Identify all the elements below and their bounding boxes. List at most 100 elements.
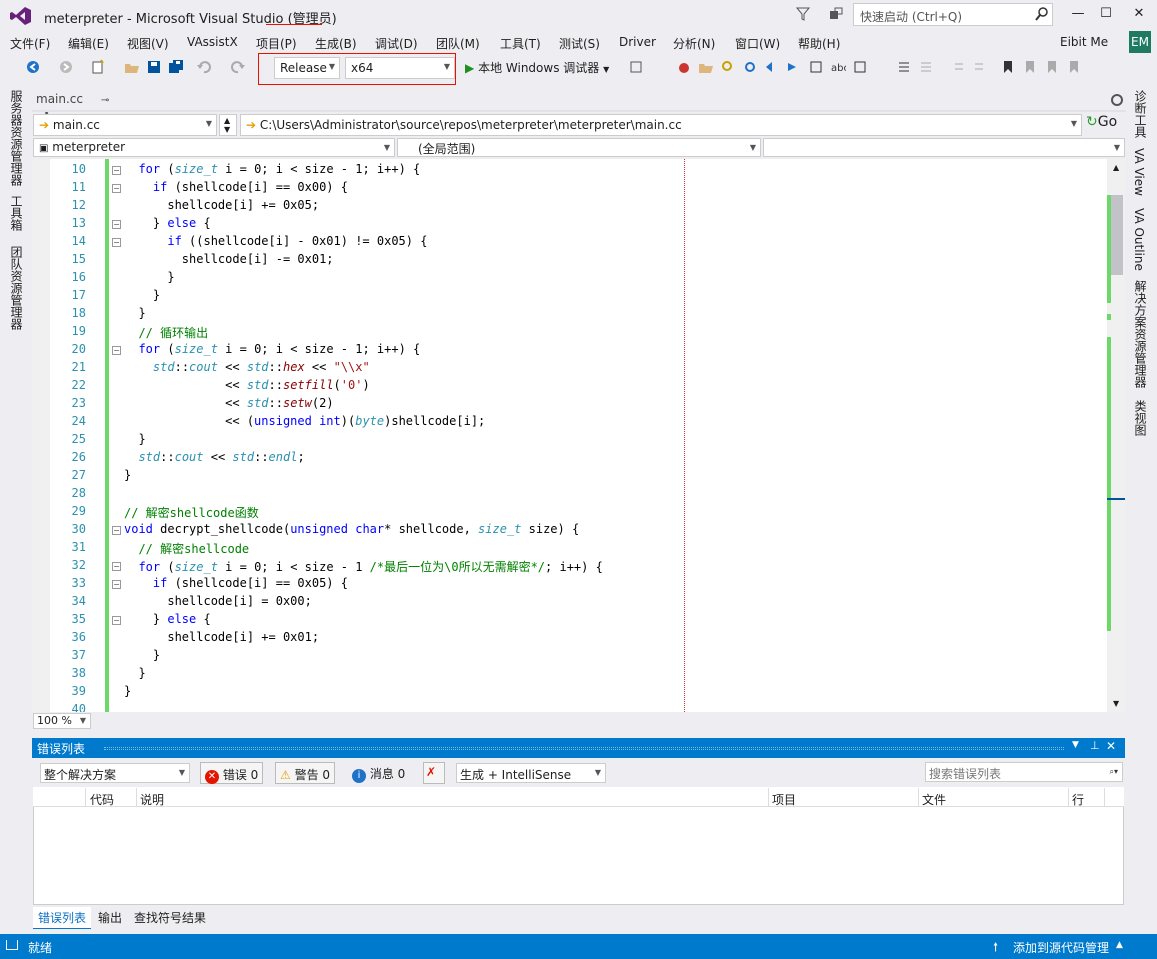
code-editor[interactable]: 10 − for (size_t i = 0; i < size - 1; i++… bbox=[32, 159, 1107, 712]
split-spinner[interactable]: ▲ ▼ bbox=[219, 114, 237, 136]
tab-error-list[interactable]: 错误列表 bbox=[33, 907, 92, 929]
tab-output[interactable]: 输出 bbox=[98, 909, 122, 926]
bug-icon[interactable] bbox=[676, 59, 692, 75]
column-line[interactable]: 行 bbox=[1072, 791, 1084, 808]
column-file[interactable]: 文件 bbox=[922, 791, 946, 808]
add-to-source-control-button[interactable]: 添加到源代码管理 bbox=[1013, 939, 1109, 956]
fold-toggle-icon[interactable]: − bbox=[112, 220, 121, 229]
account-name[interactable]: Eibit Me bbox=[1060, 35, 1108, 49]
document-settings-icon[interactable] bbox=[1109, 92, 1125, 108]
forward-icon[interactable] bbox=[58, 59, 74, 75]
close-button[interactable]: ✕ bbox=[1127, 4, 1151, 24]
menu-view[interactable]: 视图(V) bbox=[127, 35, 169, 52]
dropdown-icon[interactable]: ▼ bbox=[1072, 740, 1079, 750]
fold-toggle-icon[interactable]: − bbox=[112, 346, 121, 355]
menu-build[interactable]: 生成(B) bbox=[315, 35, 357, 52]
fold-toggle-icon[interactable]: − bbox=[112, 238, 121, 247]
next-bookmark-icon[interactable] bbox=[1044, 59, 1060, 75]
menu-tools[interactable]: 工具(T) bbox=[500, 35, 541, 52]
close-icon[interactable]: ✕ bbox=[1106, 739, 1116, 753]
tab-main-cc[interactable]: main.cc ⊸ ✕ bbox=[32, 88, 126, 120]
uncomment-icon[interactable] bbox=[918, 59, 934, 75]
scroll-down-icon[interactable]: ▼ bbox=[1113, 699, 1119, 708]
zoom-select[interactable]: 100 % ▼ bbox=[33, 713, 91, 729]
menu-driver[interactable]: Driver bbox=[619, 35, 656, 49]
menu-file[interactable]: 文件(F) bbox=[10, 35, 50, 52]
fold-toggle-icon[interactable]: − bbox=[112, 526, 121, 535]
save-icon[interactable] bbox=[146, 59, 162, 75]
fold-toggle-icon[interactable]: − bbox=[112, 616, 121, 625]
warnings-filter-button[interactable]: ⚠ 警告 0 bbox=[275, 762, 336, 784]
build-filter-select[interactable]: 生成 + IntelliSense ▼ bbox=[456, 763, 606, 783]
menu-window[interactable]: 窗口(W) bbox=[735, 35, 780, 52]
menu-vassistx[interactable]: VAssistX bbox=[187, 35, 238, 49]
va-view-tab[interactable]: VA View bbox=[1132, 148, 1146, 196]
menu-project[interactable]: 项目(P) bbox=[256, 35, 297, 52]
error-search-input[interactable]: 搜索错误列表 ⌕▾ bbox=[925, 762, 1123, 782]
indent-icon[interactable] bbox=[950, 59, 966, 75]
scroll-up-icon[interactable]: ▲ bbox=[1113, 163, 1119, 172]
menu-edit[interactable]: 编辑(E) bbox=[68, 35, 109, 52]
va-folder-icon[interactable] bbox=[698, 59, 714, 75]
va-options-icon[interactable] bbox=[852, 59, 868, 75]
debug-target-icon[interactable] bbox=[628, 59, 644, 75]
minimize-button[interactable]: — bbox=[1066, 4, 1090, 24]
new-project-icon[interactable] bbox=[90, 59, 106, 75]
path-select[interactable]: ➔ C:\Users\Administrator\source\repos\me… bbox=[240, 114, 1082, 136]
undo-icon[interactable] bbox=[196, 59, 212, 75]
open-file-icon[interactable] bbox=[124, 59, 140, 75]
file-select[interactable]: ➔ main.cc ▼ bbox=[33, 114, 217, 136]
va-navigate-icon[interactable] bbox=[786, 59, 802, 75]
class-view-tab[interactable]: 类视图 bbox=[1132, 400, 1149, 436]
column-project[interactable]: 项目 bbox=[772, 791, 796, 808]
menu-analyze[interactable]: 分析(N) bbox=[673, 35, 715, 52]
clear-bookmarks-icon[interactable] bbox=[1066, 59, 1082, 75]
quick-launch-input[interactable]: 快速启动 (Ctrl+Q) bbox=[853, 3, 1053, 26]
search-icon[interactable] bbox=[1034, 6, 1050, 22]
solution-explorer-tab[interactable]: 解决方案资源管理器 bbox=[1132, 280, 1149, 388]
go-button[interactable]: ↻Go bbox=[1086, 114, 1117, 130]
solution-configuration-select[interactable]: Release ▼ bbox=[274, 57, 340, 79]
va-outline-tab[interactable]: VA Outline bbox=[1132, 208, 1146, 271]
error-scope-select[interactable]: 整个解决方案 ▼ bbox=[40, 763, 190, 783]
fold-toggle-icon[interactable]: − bbox=[112, 166, 121, 175]
fold-toggle-icon[interactable]: − bbox=[112, 562, 121, 571]
prev-bookmark-icon[interactable] bbox=[1022, 59, 1038, 75]
member-select[interactable]: ▼ bbox=[763, 138, 1125, 157]
menu-team[interactable]: 团队(M) bbox=[436, 35, 480, 52]
tab-find-symbol-results[interactable]: 查找符号结果 bbox=[134, 909, 206, 926]
team-explorer-tab[interactable]: 团队资源管理器 bbox=[8, 246, 25, 330]
messages-filter-button[interactable]: i 消息 0 bbox=[352, 765, 405, 783]
va-goto-icon[interactable] bbox=[764, 59, 780, 75]
project-scope-select[interactable]: ▣ meterpreter ▼ bbox=[33, 138, 395, 157]
spell-check-icon[interactable]: abc bbox=[830, 59, 846, 75]
menu-help[interactable]: 帮助(H) bbox=[798, 35, 840, 52]
start-debugging-button[interactable]: ▶ 本地 Windows 调试器 ▼ bbox=[465, 59, 609, 76]
redo-icon[interactable] bbox=[230, 59, 246, 75]
bookmark-icon[interactable] bbox=[1000, 59, 1016, 75]
va-back-icon[interactable] bbox=[808, 59, 824, 75]
pin-icon[interactable]: ⊥ bbox=[1090, 739, 1100, 752]
feedback-icon[interactable] bbox=[828, 6, 844, 22]
fold-toggle-icon[interactable]: − bbox=[112, 580, 121, 589]
editor-vertical-scrollbar[interactable]: ▲ ▼ bbox=[1107, 159, 1125, 712]
comment-icon[interactable] bbox=[896, 59, 912, 75]
outdent-icon[interactable] bbox=[972, 59, 988, 75]
diagnostic-tools-tab[interactable]: 诊断工具 bbox=[1132, 90, 1149, 138]
solution-platform-select[interactable]: x64 ▼ bbox=[345, 57, 455, 79]
server-explorer-tab[interactable]: 服务器资源管理器 bbox=[8, 90, 25, 186]
chevron-up-icon[interactable]: ▲ bbox=[1116, 940, 1123, 950]
toolbox-tab[interactable]: 工具箱 bbox=[8, 195, 25, 231]
maximize-button[interactable]: ☐ bbox=[1094, 4, 1118, 24]
filter-icon[interactable] bbox=[795, 6, 811, 22]
va-open-icon[interactable] bbox=[742, 59, 758, 75]
column-code[interactable]: 代码 bbox=[90, 791, 114, 808]
va-find-icon[interactable] bbox=[720, 59, 736, 75]
errors-filter-button[interactable]: ✕ 错误 0 bbox=[200, 762, 264, 784]
filter-toggle-button[interactable]: ✗ bbox=[423, 762, 445, 784]
avatar[interactable]: EM bbox=[1129, 31, 1151, 53]
menu-test[interactable]: 测试(S) bbox=[559, 35, 600, 52]
scrollbar-thumb[interactable] bbox=[1111, 195, 1123, 275]
column-description[interactable]: 说明 bbox=[140, 791, 164, 808]
pin-icon[interactable]: ⊸ bbox=[101, 95, 109, 106]
